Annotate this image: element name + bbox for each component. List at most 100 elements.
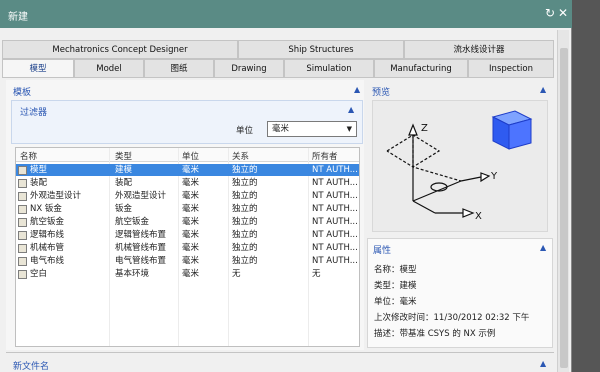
- table-cell: 独立的: [232, 204, 258, 214]
- column-header-name[interactable]: 名称: [20, 150, 37, 162]
- y-arrow-head: [480, 172, 491, 183]
- column-header-unit[interactable]: 单位: [182, 150, 199, 162]
- preview-image: Z Y X: [372, 100, 548, 232]
- table-cell: 逻辑布线: [30, 230, 65, 240]
- chevron-down-icon: ▼: [346, 125, 352, 133]
- table-cell: 外观造型设计: [115, 191, 167, 201]
- table-cell: 毫米: [182, 217, 200, 227]
- reset-icon[interactable]: ↻: [543, 6, 557, 20]
- table-row[interactable]: NX 钣金 钣金 毫米 独立的 NT AUTH...: [16, 203, 359, 215]
- template-icon: [18, 192, 27, 201]
- preview-title: 预览: [372, 88, 391, 98]
- tab-drawing[interactable]: Drawing: [214, 59, 284, 78]
- column-header-relation[interactable]: 关系: [232, 150, 249, 162]
- tab-content-divider: [2, 77, 554, 78]
- scrollbar-thumb[interactable]: [560, 48, 568, 368]
- table-row[interactable]: 外观造型设计 外观造型设计 毫米 独立的 NT AUTH...: [16, 190, 359, 202]
- close-icon[interactable]: ✕: [556, 6, 570, 20]
- table-cell: 装配: [115, 178, 133, 188]
- tab-model-cn[interactable]: 模型: [2, 59, 74, 78]
- collapse-filter-icon[interactable]: ▲: [348, 105, 354, 114]
- unit-select-value: 毫米: [272, 124, 290, 134]
- collapse-properties-icon[interactable]: ▲: [540, 243, 546, 252]
- z-arrow-head: [408, 123, 418, 136]
- tab-mechatronics[interactable]: Mechatronics Concept Designer: [2, 40, 238, 59]
- tab-inspection[interactable]: Inspection: [468, 59, 554, 78]
- x-axis-label: X: [475, 211, 482, 222]
- y-axis-label: Y: [490, 171, 498, 182]
- column-header-type[interactable]: 类型: [115, 150, 132, 162]
- table-row[interactable]: 电气布线 电气管线布置 毫米 独立的 NT AUTH...: [16, 255, 359, 267]
- filter-group: 过滤器 ▲ 单位 毫米 ▼: [11, 100, 363, 144]
- table-cell: 无: [232, 269, 241, 279]
- tab-line-designer[interactable]: 流水线设计器: [404, 40, 554, 59]
- table-cell: 毫米: [182, 191, 200, 201]
- y-arrow-shaft: [460, 176, 482, 182]
- table-row[interactable]: 逻辑布线 逻辑管线布置 毫米 独立的 NT AUTH...: [16, 229, 359, 241]
- properties-panel: 属性 ▲ 名称：模型 类型：建模 单位：毫米 上次修改时间：11/30/2012…: [367, 238, 553, 348]
- table-row[interactable]: 模型 建模 毫米 独立的 NT AUTH...: [16, 164, 359, 176]
- table-cell: 毫米: [182, 204, 200, 214]
- table-cell: 机械管线布置: [115, 243, 167, 253]
- template-icon: [18, 218, 27, 227]
- collapse-new-file-icon[interactable]: ▲: [540, 359, 546, 368]
- table-cell: 毫米: [182, 269, 200, 279]
- collapse-preview-icon[interactable]: ▲: [540, 85, 546, 94]
- template-table: 名称 类型 单位 关系 所有者 模型 建模 毫米 独立的 NT AUTH... 装配 装配毫…: [15, 147, 360, 347]
- table-cell: 毫米: [182, 165, 200, 175]
- window-title: 新建: [8, 12, 28, 23]
- tab-manufacturing[interactable]: Manufacturing: [374, 59, 468, 78]
- table-cell: 电气管线布置: [115, 256, 167, 266]
- datum-plane-yz: [412, 135, 462, 182]
- table-cell: NT AUTH...: [312, 165, 358, 175]
- table-cell: 独立的: [232, 256, 258, 266]
- tab-simulation[interactable]: Simulation: [284, 59, 374, 78]
- table-cell: 钣金: [115, 204, 133, 214]
- new-file-name-title: 新文件名: [13, 362, 50, 372]
- table-cell: 毫米: [182, 230, 200, 240]
- dialog-scrollbar[interactable]: [557, 30, 569, 372]
- table-cell: NT AUTH...: [312, 204, 358, 214]
- tab-row-2: 模型 Model 图纸 Drawing Simulation Manufactu…: [2, 59, 554, 78]
- tab-row-1: Mechatronics Concept Designer Ship Struc…: [2, 40, 554, 59]
- new-file-dialog: 新建 ↻ ✕ Mechatronics Concept Designer Shi…: [0, 0, 572, 372]
- filter-title: 过滤器: [20, 108, 48, 118]
- csys-preview-graphic: Z Y X: [386, 110, 533, 222]
- template-icon: [18, 270, 27, 279]
- table-cell: 毫米: [182, 178, 200, 188]
- table-cell: 毫米: [182, 243, 200, 253]
- table-cell: 机械布管: [30, 243, 65, 253]
- table-cell: NT AUTH...: [312, 256, 358, 266]
- table-cell: 空白: [30, 269, 48, 279]
- unit-select[interactable]: 毫米 ▼: [267, 121, 357, 137]
- table-cell: 独立的: [232, 165, 258, 175]
- property-modified: 上次修改时间：11/30/2012 02:32 下午: [374, 313, 530, 323]
- property-name: 名称：模型: [374, 265, 417, 275]
- table-row[interactable]: 机械布管 机械管线布置 毫米 独立的 NT AUTH...: [16, 242, 359, 254]
- tab-drawing-cn[interactable]: 图纸: [144, 59, 214, 78]
- table-cell: NX 钣金: [30, 204, 62, 214]
- column-header-owner[interactable]: 所有者: [312, 150, 338, 162]
- property-description: 描述：带基准 CSYS 的 NX 示例: [374, 329, 496, 339]
- newfile-divider: [6, 352, 554, 353]
- collapse-templates-icon[interactable]: ▲: [354, 85, 360, 94]
- tab-ship-structures[interactable]: Ship Structures: [238, 40, 404, 59]
- table-row[interactable]: 装配 装配 毫米 独立的 NT AUTH...: [16, 177, 359, 189]
- property-unit: 单位：毫米: [374, 297, 417, 307]
- table-row[interactable]: 空白 基本环境 毫米 无 无: [16, 268, 359, 280]
- table-cell: 独立的: [232, 178, 258, 188]
- table-cell: 电气布线: [30, 256, 65, 266]
- solid-model-icon: [491, 110, 533, 150]
- table-cell: NT AUTH...: [312, 243, 358, 253]
- table-cell: NT AUTH...: [312, 230, 358, 240]
- table-cell: 模型: [30, 165, 48, 175]
- table-row[interactable]: 航空钣金 航空钣金 毫米 独立的 NT AUTH...: [16, 216, 359, 228]
- table-cell: 航空钣金: [30, 217, 65, 227]
- table-cell: NT AUTH...: [312, 191, 358, 201]
- template-icon: [18, 231, 27, 240]
- tab-model[interactable]: Model: [74, 59, 144, 78]
- table-cell: 航空钣金: [115, 217, 150, 227]
- template-icon: [18, 205, 27, 214]
- z-axis-label: Z: [421, 123, 428, 134]
- table-cell: 独立的: [232, 243, 258, 253]
